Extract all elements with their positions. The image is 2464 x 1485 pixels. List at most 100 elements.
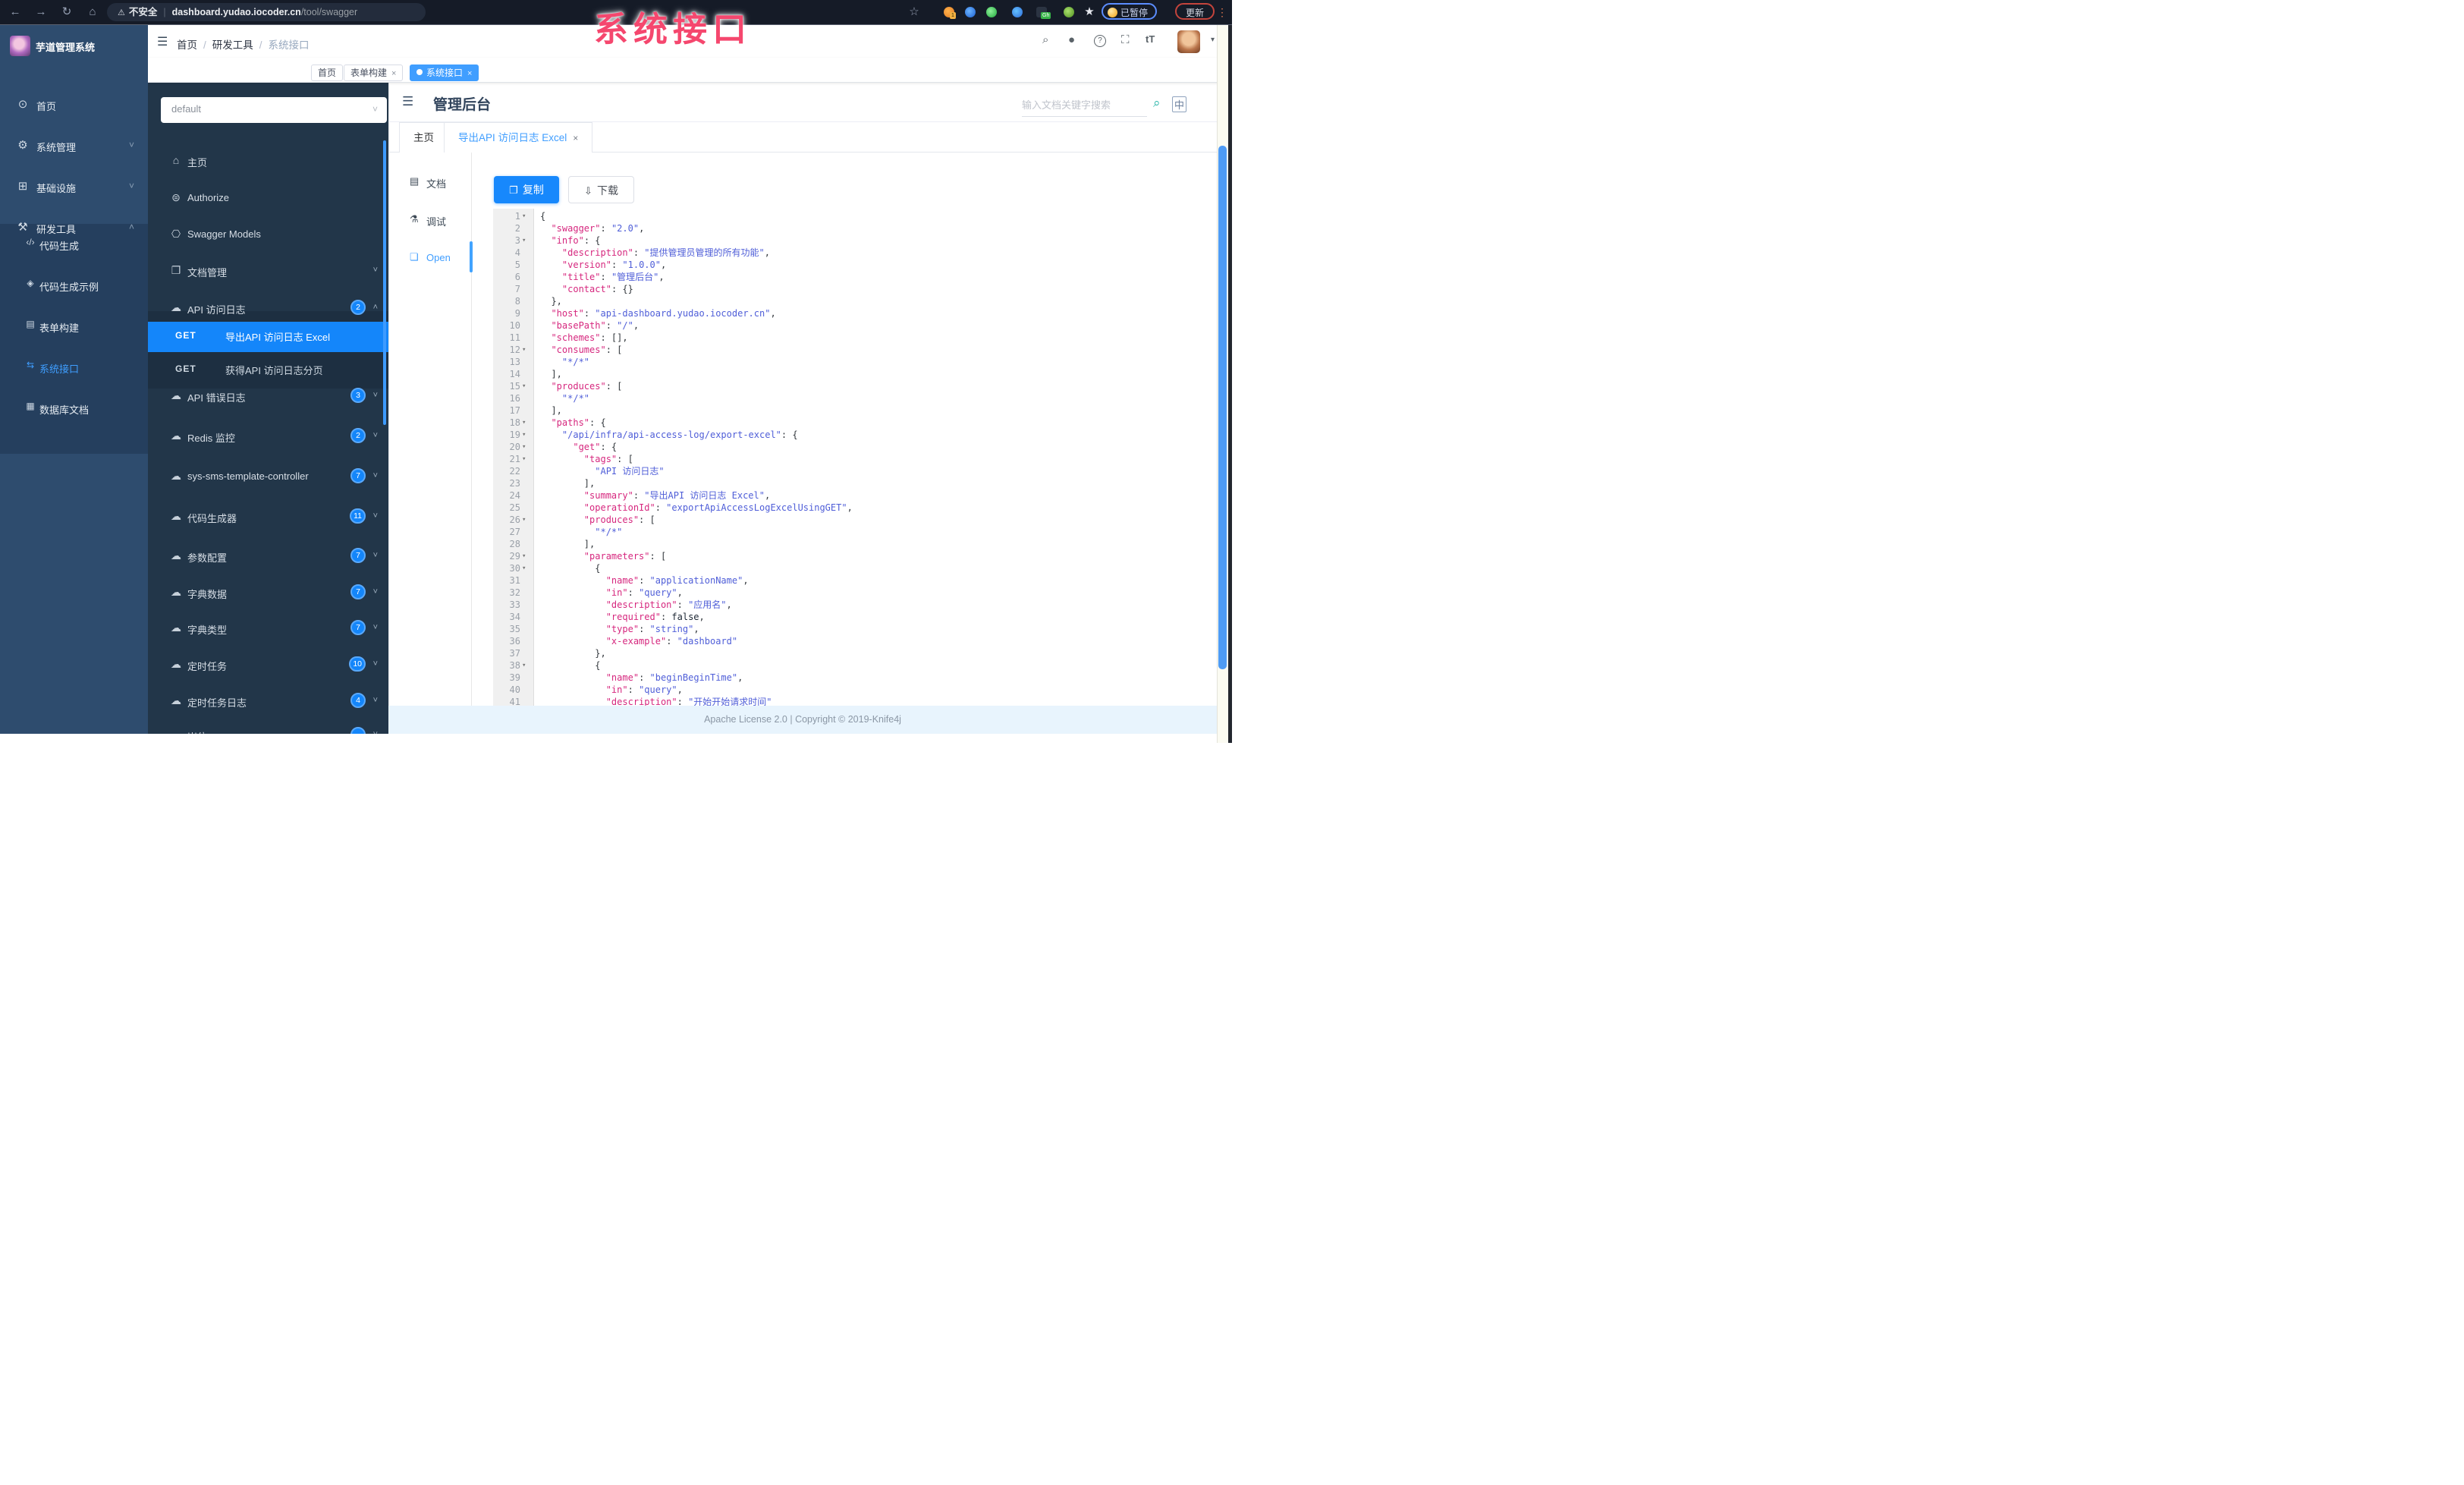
api-group-item[interactable]: ☁ 定时任务日志 4 ˅	[148, 687, 388, 715]
doc-tab[interactable]: 导出API 访问日志 Excel ×	[444, 122, 593, 153]
reload-icon[interactable]: ↻	[58, 0, 76, 24]
api-group-item[interactable]: ☁ sys-sms-template-controller 7 ˅	[148, 463, 388, 490]
api-group-item[interactable]: ☁ 字典类型 7 ˅	[148, 615, 388, 642]
api-nav-item[interactable]: ⊜ Authorize	[148, 184, 388, 212]
sidebar-item[interactable]: ⊞ 基础设施 ˅	[0, 171, 148, 202]
page-scrollbar-thumb[interactable]	[1218, 146, 1227, 669]
font-size-icon[interactable]: tT	[1146, 33, 1155, 45]
tab-tag[interactable]: 系统接口 ×	[410, 64, 479, 81]
browser-update-button[interactable]: 更新	[1175, 3, 1215, 20]
endpoint-item[interactable]: GET 获得API 访问日志分页	[148, 355, 388, 384]
extension-star-icon[interactable]: ★	[1080, 0, 1098, 24]
address-bar[interactable]: ⚠ 不安全 | dashboard.yudao.iocoder.cn/tool/swa…	[107, 3, 426, 21]
fold-icon[interactable]: ▾	[522, 562, 531, 574]
search-icon[interactable]: ⌕	[1153, 96, 1161, 111]
code-text: "produces": [	[551, 381, 623, 392]
api-sidebar-scrollbar-thumb[interactable]	[383, 140, 386, 425]
sidebar-item[interactable]: ⚙ 系统管理 ˅	[0, 131, 148, 161]
fold-icon[interactable]: ▾	[522, 550, 531, 562]
group-select[interactable]: default ˅	[161, 97, 387, 123]
api-group-item[interactable]: ☁ Redis 监控 2 ˅	[148, 423, 388, 450]
download-button[interactable]: ⇩ 下载	[568, 176, 634, 203]
api-nav-item[interactable]: ❐ 文档管理 ˅	[148, 257, 388, 285]
api-nav-item[interactable]: ⌂ 主页	[148, 147, 388, 175]
sidebar-subitem[interactable]: ◈ 代码生成示例	[0, 270, 148, 300]
forward-icon[interactable]: →	[32, 0, 50, 24]
tab-tag[interactable]: 首页	[311, 64, 344, 81]
breadcrumb-item[interactable]: 研发工具	[212, 39, 253, 51]
line-number: 17	[509, 405, 520, 416]
sidebar-subitem-label: 代码生成示例	[39, 282, 99, 293]
code-text: "x-example": "dashboard"	[605, 636, 738, 647]
sidebar-subitem[interactable]: ▦ 数据库文档	[0, 393, 148, 423]
doc-nav-item[interactable]: ⚗ 调试	[410, 212, 470, 230]
bookmark-star-icon[interactable]: ☆	[905, 0, 923, 24]
fullscreen-icon[interactable]: ⛶	[1121, 33, 1130, 46]
extension-icon[interactable]	[986, 7, 997, 17]
close-icon[interactable]: ×	[467, 69, 472, 78]
doc-tab[interactable]: 主页	[399, 122, 448, 153]
fold-icon[interactable]: ▾	[522, 380, 531, 392]
fold-icon[interactable]: ▾	[522, 417, 531, 429]
copy-button[interactable]: ❐ 复制	[494, 176, 559, 203]
sidebar-subitem[interactable]: ⇆ 系统接口	[0, 352, 148, 382]
extension-icon[interactable]	[965, 7, 976, 17]
tags-view: 首页 表单构建 × 系统接口 ×	[148, 58, 1232, 83]
hamburger-icon[interactable]: ☰	[157, 34, 168, 49]
api-group-item[interactable]: ☁ API 错误日志 3 ˅	[148, 382, 388, 410]
api-group-item[interactable]: ☁ 代码生成器 11 ˅	[148, 503, 388, 530]
code-line: 6 "title": "管理后台",	[493, 271, 1216, 283]
doc-nav-scrollbar-thumb[interactable]	[470, 241, 473, 272]
home-icon[interactable]: ⌂	[83, 0, 102, 24]
back-icon[interactable]: ←	[6, 0, 24, 24]
breadcrumb-item[interactable]: 系统接口	[269, 39, 310, 51]
line-number: 41	[509, 697, 520, 706]
api-nav-item[interactable]: ⎔ Swagger Models	[148, 221, 388, 248]
search-icon[interactable]: ⌕	[1042, 33, 1048, 46]
collapse-aside-icon[interactable]: ☰	[402, 94, 413, 109]
help-icon[interactable]: ?	[1094, 35, 1106, 47]
endpoint-item[interactable]: GET 导出API 访问日志 Excel	[148, 322, 388, 352]
extension-icon[interactable]	[1064, 7, 1074, 17]
code-text: "summary": "导出API 访问日志 Excel",	[583, 490, 771, 501]
logo-row[interactable]: 芋道管理系统	[0, 33, 148, 63]
fold-icon[interactable]: ▾	[522, 344, 531, 356]
fold-icon[interactable]: ▾	[522, 659, 531, 672]
fold-icon[interactable]: ▾	[522, 210, 531, 222]
github-icon[interactable]: ●	[1068, 33, 1075, 46]
browser-menu-icon[interactable]: ⋮	[1217, 0, 1227, 24]
close-icon[interactable]: ×	[573, 133, 578, 143]
language-toggle[interactable]: 中	[1172, 96, 1187, 112]
api-group-item[interactable]: ☁ 定时任务 10 ˅	[148, 651, 388, 678]
doc-nav-item[interactable]: ❏ Open	[410, 250, 470, 268]
tab-tag[interactable]: 表单构建 ×	[344, 64, 404, 81]
sidebar-subitem[interactable]: ‹/› 代码生成	[0, 229, 148, 260]
doc-nav-item[interactable]: ▤ 文档	[410, 174, 470, 192]
chevron-down-icon[interactable]: ▾	[1211, 36, 1215, 44]
fold-icon[interactable]: ▾	[522, 234, 531, 247]
close-icon[interactable]: ×	[391, 69, 396, 78]
extension-icon[interactable]	[1012, 7, 1023, 17]
paused-extension-button[interactable]: 已暂停	[1102, 3, 1158, 20]
doc-search-input[interactable]: 输入文档关键字搜索	[1022, 97, 1147, 117]
api-nav-item[interactable]: ☁ API 访问日志 2 ˄	[148, 294, 388, 322]
sidebar-item[interactable]: ⊙ 首页	[0, 90, 148, 120]
code-editor[interactable]: 1 ▾{2 "swagger": "2.0", 3 ▾ "info": {4 "des…	[493, 209, 1216, 706]
code-text: "name": "applicationName",	[605, 575, 749, 586]
fold-icon[interactable]: ▾	[522, 514, 531, 526]
code-text: "swagger": "2.0",	[551, 223, 645, 234]
user-avatar[interactable]	[1177, 30, 1200, 53]
fold-icon[interactable]: ▾	[522, 429, 531, 441]
sidebar-item-label: 系统管理	[36, 142, 77, 153]
api-group-item[interactable]: ☁ 参数配置 7 ˅	[148, 543, 388, 570]
code-line: 16 "*/*"	[493, 392, 1216, 404]
api-group-item[interactable]: ☁岗位 ˅	[148, 722, 388, 735]
code-text: "title": "管理后台",	[561, 272, 665, 282]
code-line: 9 "host": "api-dashboard.yudao.iocoder.c…	[493, 307, 1216, 319]
sidebar-subitem[interactable]: ▤ 表单构建	[0, 311, 148, 341]
fold-icon[interactable]: ▾	[522, 441, 531, 453]
api-group-item[interactable]: ☁ 字典数据 7 ˅	[148, 579, 388, 606]
fold-icon[interactable]: ▾	[522, 453, 531, 465]
api-group-label: 定时任务日志	[187, 697, 247, 709]
breadcrumb-item[interactable]: 首页	[177, 39, 197, 51]
